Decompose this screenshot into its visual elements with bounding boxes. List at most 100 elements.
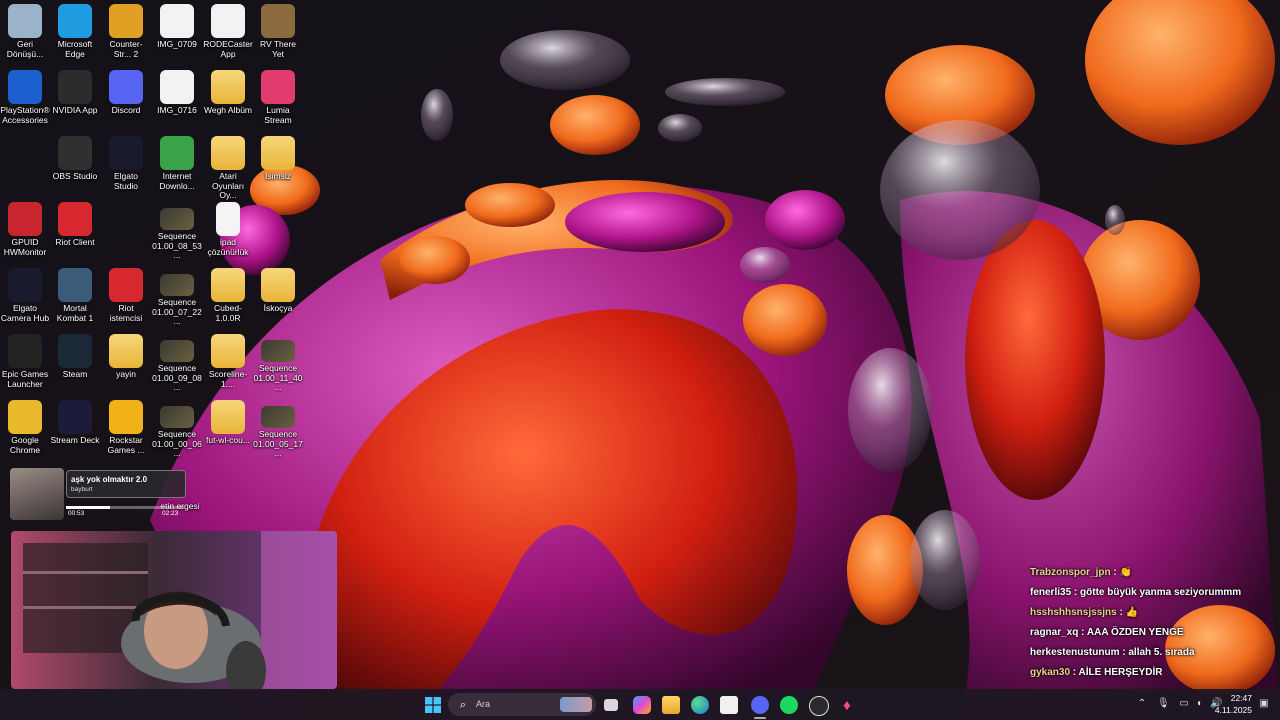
chat-text: allah 5. sırada — [1128, 647, 1195, 658]
desktop-icon[interactable]: Stream Deck — [50, 400, 100, 446]
active-app-indicator — [754, 717, 766, 719]
desktop-icon-label: OBS Studio — [52, 171, 98, 181]
desktop-icon-label: RODECaster App — [203, 39, 253, 59]
desktop-icon[interactable]: GPUID HWMonitor — [0, 202, 50, 257]
chat-message: hsshshhsnsjssjns : 👍 — [1030, 603, 1275, 623]
obs-icon[interactable] — [809, 696, 829, 716]
folder-icon — [211, 70, 245, 104]
desktop-icon[interactable]: Mortal Kombat 1 — [50, 268, 100, 323]
desktop-icon[interactable]: Lumia Stream — [253, 70, 303, 125]
desktop-icon[interactable]: IMG_0709 — [152, 4, 202, 50]
desktop-icon[interactable]: OBS Studio — [50, 136, 100, 182]
desktop-icon-label: Rockstar Games ... — [107, 435, 145, 455]
desktop-icon[interactable]: Rockstar Games ... — [101, 400, 151, 455]
copilot-icon[interactable] — [633, 696, 651, 714]
chat-username: herkestenustunum — [1030, 647, 1120, 658]
desktop-icon-label: Internet Downlo... — [159, 171, 195, 191]
playback-progress-fill — [66, 506, 110, 509]
desktop-icon-label: Google Chrome — [9, 435, 41, 455]
task-view-icon[interactable] — [604, 699, 618, 711]
lumia-icon[interactable]: ♦ — [838, 696, 856, 714]
desktop-icon[interactable]: Epic Games Launcher — [0, 334, 50, 389]
desktop-icon[interactable]: Steam — [50, 334, 100, 380]
chevron-up-icon[interactable]: ⌃ — [1136, 698, 1148, 710]
taskbar-search[interactable]: ⌕ Ara — [448, 693, 596, 716]
desktop-icon-label: Sequence 01.00_08_53... — [152, 231, 202, 260]
clock-date[interactable]: 4.11.2025 — [1214, 705, 1252, 715]
desktop-icon[interactable]: İsimsiz — [253, 136, 303, 182]
desktop-icon[interactable]: RV There Yet — [253, 4, 303, 59]
desktop-icon[interactable]: Wegh Albüm — [203, 70, 253, 116]
chat-message: herkestenustunum : allah 5. sırada — [1030, 643, 1275, 663]
desktop-icon[interactable]: Sequence 01.00_11_40... — [253, 334, 303, 393]
desktop-icon[interactable]: IMG_0716 — [152, 70, 202, 116]
chat-message: fenerli35 : götte büyük yanma seziyorumm… — [1030, 583, 1275, 603]
store-icon[interactable] — [720, 696, 738, 714]
discord-icon — [109, 70, 143, 104]
file-explorer-icon[interactable] — [662, 696, 680, 714]
desktop-icon[interactable]: yayin — [101, 334, 151, 380]
desktop-icon-label: RV There Yet — [259, 39, 297, 59]
desktop-icon[interactable]: Counter-Str... 2 — [101, 4, 151, 59]
desktop-icon[interactable]: Google Chrome — [0, 400, 50, 455]
desktop-icon-label: Geri Dönüşü... — [6, 39, 44, 59]
mk1-icon — [58, 268, 92, 302]
desktop-icon[interactable]: ipad çözünürlük — [203, 202, 253, 257]
desktop-icon[interactable]: Sequence 01.00_00_06... — [152, 400, 202, 459]
folder-icon — [211, 400, 245, 434]
desktop-icon[interactable]: Sequence 01.00_09_08... — [152, 334, 202, 393]
riot-icon — [109, 268, 143, 302]
playstation-icon — [8, 70, 42, 104]
recycle-bin-icon — [8, 4, 42, 38]
desktop-icon[interactable]: Atari Oyunları Oy... — [203, 136, 253, 201]
chat-separator: : — [1070, 667, 1079, 678]
desktop-icon[interactable]: NVIDIA App — [50, 70, 100, 116]
desktop-icon[interactable]: PlayStation® Accessories — [0, 70, 50, 125]
chat-message: ragnar_xq : AAA ÖZDEN YENGE — [1030, 623, 1275, 643]
edge-icon[interactable] — [691, 696, 709, 714]
desktop-icon[interactable]: Geri Dönüşü... — [0, 4, 50, 59]
chat-text: götte büyük yanma seziyorummm — [1080, 587, 1242, 598]
clock-time[interactable]: 22:47 — [1222, 693, 1252, 703]
start-icon[interactable] — [424, 696, 442, 714]
media-player-overlay[interactable]: aşk yok olmaktır 2.0 bayburt 00:53 02:23 — [8, 468, 186, 520]
desktop-icon[interactable]: Discord — [101, 70, 151, 116]
total-time: 02:23 — [162, 510, 179, 517]
desktop-icon-label: Sequence 01.00_05_17... — [253, 429, 303, 458]
camera-hub-icon — [8, 268, 42, 302]
spotify-icon[interactable] — [780, 696, 798, 714]
taskbar: ⌕ Ara ♦ ⌃ 🎙 ▭ ◐ 🔊 22:47 4.11.2025 ▣ — [0, 689, 1280, 720]
video-thumb-icon — [160, 340, 194, 362]
rodecaster-icon — [211, 4, 245, 38]
playback-progress-bar[interactable] — [66, 506, 184, 509]
chrome-icon — [8, 400, 42, 434]
video-thumb-icon — [261, 406, 295, 428]
webcam-feed — [11, 531, 337, 689]
desktop-icon[interactable]: Microsoft Edge — [50, 4, 100, 59]
desktop-icon-label: IMG_0716 — [157, 105, 197, 115]
stream-chat: Trabzonspor_jpn : 👏 fenerli35 : götte büy… — [1030, 563, 1275, 683]
desktop-icon[interactable]: Internet Downlo... — [152, 136, 202, 191]
desktop-icon[interactable]: Sequence 01.00_08_53... — [152, 202, 202, 261]
desktop-icon-label: Elgato Camera Hub — [0, 303, 50, 323]
display-icon[interactable]: ▭ — [1178, 698, 1190, 710]
discord-icon[interactable] — [751, 696, 769, 714]
now-playing-card[interactable]: aşk yok olmaktır 2.0 bayburt — [66, 470, 186, 498]
network-icon[interactable]: ◐ — [1194, 698, 1206, 710]
microphone-icon[interactable]: 🎙 — [1157, 698, 1170, 710]
desktop-icon[interactable]: Riot Client — [50, 202, 100, 248]
stream-deck-icon — [58, 400, 92, 434]
desktop-icon[interactable]: Riot istemcisi — [101, 268, 151, 323]
notification-icon[interactable]: ▣ — [1258, 698, 1270, 710]
desktop-icon[interactable]: Sequence 01.00_05_17... — [253, 400, 303, 459]
desktop-icon[interactable]: RODECaster App — [203, 4, 253, 59]
desktop-icon[interactable]: Elgato Camera Hub — [0, 268, 50, 323]
desktop-icon[interactable]: fut-wl-cou... — [203, 400, 253, 446]
desktop-icon[interactable]: Scoreline-1.... — [203, 334, 253, 389]
desktop-icon[interactable]: Cubed-1.0.0R — [203, 268, 253, 323]
desktop-icon[interactable]: İskoçya — [253, 268, 303, 314]
desktop-icon[interactable]: Sequence 01.00_07_22... — [152, 268, 202, 327]
desktop-icon[interactable]: Elgato Studio — [101, 136, 151, 191]
edge-icon — [58, 4, 92, 38]
chat-username: gykan30 — [1030, 667, 1071, 678]
